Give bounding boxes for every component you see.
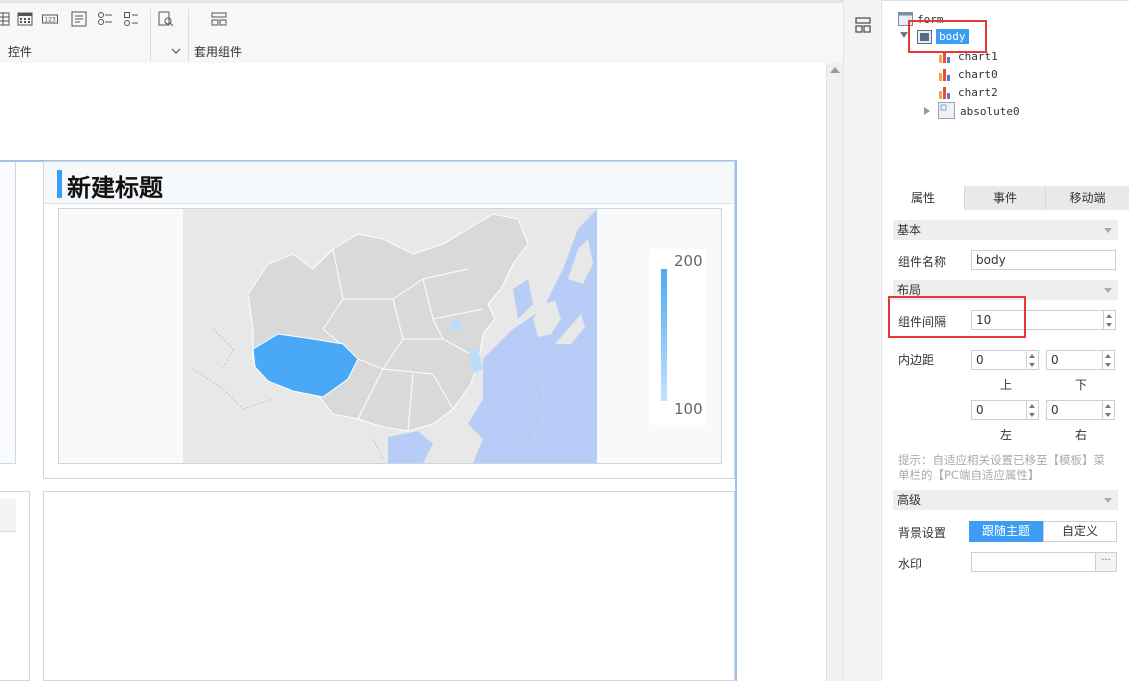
chart-icon — [939, 87, 950, 99]
empty-widget[interactable] — [43, 491, 735, 681]
tree-node-chart0[interactable]: chart0 — [958, 68, 998, 81]
design-canvas[interactable]: 新建标题 200 100 — [0, 63, 826, 681]
hint-line-2: 单栏的【PC端自适应属性】 — [898, 468, 1040, 482]
vertical-scrollbar[interactable] — [826, 63, 843, 681]
layout-panel-icon[interactable] — [855, 17, 871, 33]
watermark-browse-button[interactable]: ··· — [1096, 552, 1117, 572]
expand-arrow-icon[interactable] — [900, 32, 908, 38]
section-advanced-label: 高级 — [897, 493, 922, 507]
tree-node-absolute0[interactable]: absolute0 — [960, 105, 1020, 118]
hint-line-1: 提示：自适应相关设置已移至【模板】菜 — [898, 453, 1105, 467]
padding-left-input[interactable]: 0 — [971, 400, 1027, 420]
bottom-label: 下 — [1075, 378, 1088, 392]
legend-max: 200 — [674, 252, 703, 270]
chart-icon — [939, 69, 950, 81]
side-toolstrip — [843, 0, 882, 681]
map-legend[interactable]: 200 100 — [649, 249, 707, 425]
text-area-icon[interactable] — [71, 11, 87, 27]
chart-title[interactable]: 新建标题 — [67, 168, 163, 203]
checkbox-group-icon[interactable] — [123, 11, 139, 27]
tab-properties[interactable]: 属性 — [882, 186, 965, 210]
legend-min: 100 — [674, 400, 703, 418]
china-map[interactable] — [183, 209, 597, 463]
highlight-gap — [888, 296, 1026, 338]
chevron-down-icon[interactable] — [171, 47, 181, 55]
section-basic-label: 基本 — [897, 223, 922, 237]
chart-title-bar: 新建标题 — [44, 162, 734, 204]
controls-label: 控件 — [8, 45, 33, 59]
tab-events[interactable]: 事件 — [965, 186, 1046, 210]
padding-right-input[interactable]: 0 — [1046, 400, 1103, 420]
search-query-icon[interactable] — [158, 11, 174, 27]
gap-stepper[interactable] — [1104, 310, 1116, 330]
tab-mobile[interactable]: 移动端 — [1046, 186, 1129, 210]
padding-bottom-input[interactable]: 0 — [1046, 350, 1103, 370]
highlight-body-node — [908, 20, 987, 53]
tree-node-chart2[interactable]: chart2 — [958, 86, 998, 99]
padding-top-stepper[interactable] — [1027, 350, 1039, 370]
right-label: 右 — [1075, 428, 1088, 442]
bg-label: 背景设置 — [898, 526, 947, 540]
legend-gradient-bar — [661, 269, 667, 401]
collapsed-arrow-icon[interactable] — [924, 107, 930, 115]
padding-left-stepper[interactable] — [1027, 400, 1039, 420]
toolbar: 123 控件 套用组件 — [0, 0, 843, 63]
chart-widget[interactable]: 新建标题 200 100 — [43, 161, 735, 479]
watermark-label: 水印 — [898, 557, 923, 571]
left-label: 左 — [1000, 428, 1013, 442]
component-tree: form body chart1 chart0 chart2 absolute0 — [882, 0, 1129, 186]
section-layout-label: 布局 — [897, 283, 922, 297]
common-components-label[interactable]: 套用组件 — [194, 43, 242, 60]
padding-label: 内边距 — [898, 353, 935, 367]
bg-follow-theme-button[interactable]: 跟随主题 — [969, 521, 1043, 542]
component-name-input[interactable]: body — [971, 250, 1116, 270]
scroll-up-arrow-icon[interactable] — [830, 67, 840, 73]
section-advanced[interactable]: 高级 — [893, 490, 1118, 510]
collapse-chevron-icon[interactable] — [1104, 228, 1112, 233]
calendar-icon[interactable] — [17, 11, 33, 27]
section-basic[interactable]: 基本 — [893, 220, 1118, 240]
top-label: 上 — [1000, 378, 1013, 392]
component-layout-icon[interactable] — [211, 11, 227, 27]
collapse-chevron-icon[interactable] — [1104, 498, 1112, 503]
map-frame[interactable]: 200 100 — [58, 208, 722, 464]
property-panel: form body chart1 chart0 chart2 absolute0… — [882, 0, 1129, 681]
collapse-chevron-icon[interactable] — [1104, 288, 1112, 293]
padding-bottom-stepper[interactable] — [1103, 350, 1115, 370]
radio-group-icon[interactable] — [97, 11, 113, 27]
absolute-layout-icon — [938, 102, 955, 119]
watermark-input[interactable] — [971, 552, 1096, 572]
padding-top-input[interactable]: 0 — [971, 350, 1027, 370]
svg-text:123: 123 — [44, 17, 56, 24]
padding-right-stepper[interactable] — [1103, 400, 1115, 420]
bg-custom-button[interactable]: 自定义 — [1043, 521, 1117, 542]
table-icon[interactable] — [0, 11, 12, 27]
title-accent-bar — [57, 170, 62, 198]
number-input-icon[interactable]: 123 — [42, 11, 58, 27]
name-label: 组件名称 — [898, 255, 947, 269]
